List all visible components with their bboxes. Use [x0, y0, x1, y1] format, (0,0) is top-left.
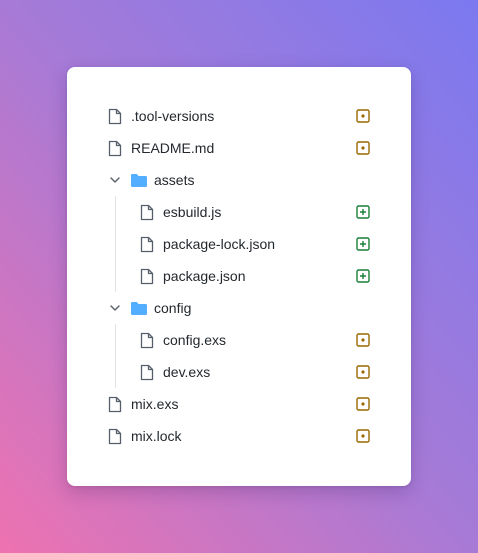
tree-item-label: mix.lock [131, 428, 182, 444]
tree-item-tool-versions[interactable]: .tool-versions [67, 100, 411, 132]
file-icon [108, 140, 122, 157]
added-status-icon [356, 269, 370, 283]
tree-item-label: config [154, 300, 192, 316]
tree-item-readme[interactable]: README.md [67, 132, 411, 164]
added-status-icon [356, 205, 370, 219]
file-icon [140, 364, 154, 381]
tree-item-label: README.md [131, 140, 215, 156]
tree-item-label: dev.exs [163, 364, 211, 380]
file-icon [108, 428, 122, 445]
tree-item-label: package-lock.json [163, 236, 276, 252]
chevron-down-icon[interactable] [108, 301, 122, 315]
tree-item-label: esbuild.js [163, 204, 222, 220]
file-icon [140, 236, 154, 253]
folder-icon [131, 174, 147, 187]
tree-item-package-json[interactable]: package.json [67, 260, 411, 292]
tree-item-mix-lock[interactable]: mix.lock [67, 420, 411, 452]
file-icon [140, 204, 154, 221]
chevron-down-icon[interactable] [108, 173, 122, 187]
file-icon [140, 268, 154, 285]
modified-status-icon [356, 365, 370, 379]
tree-item-dev-exs[interactable]: dev.exs [67, 356, 411, 388]
modified-status-icon [356, 109, 370, 123]
tree-item-label: package.json [163, 268, 246, 284]
file-tree-panel: .tool-versions README.md assets esbuild.… [67, 67, 411, 486]
tree-folder-assets[interactable]: assets [67, 164, 411, 196]
modified-status-icon [356, 141, 370, 155]
indent-guide [115, 324, 116, 356]
file-icon [108, 108, 122, 125]
folder-icon [131, 302, 147, 315]
tree-item-package-lock-json[interactable]: package-lock.json [67, 228, 411, 260]
indent-guide [115, 228, 116, 260]
tree-item-mix-exs[interactable]: mix.exs [67, 388, 411, 420]
tree-item-label: config.exs [163, 332, 227, 348]
file-icon [108, 396, 122, 413]
tree-item-config-exs[interactable]: config.exs [67, 324, 411, 356]
file-icon [140, 332, 154, 349]
modified-status-icon [356, 333, 370, 347]
file-tree: .tool-versions README.md assets esbuild.… [67, 100, 411, 452]
tree-item-label: .tool-versions [131, 108, 215, 124]
indent-guide [115, 196, 116, 228]
indent-guide [115, 260, 116, 292]
modified-status-icon [356, 397, 370, 411]
tree-folder-config[interactable]: config [67, 292, 411, 324]
indent-guide [115, 356, 116, 388]
added-status-icon [356, 237, 370, 251]
tree-item-esbuild-js[interactable]: esbuild.js [67, 196, 411, 228]
tree-item-label: assets [154, 172, 195, 188]
tree-item-label: mix.exs [131, 396, 179, 412]
modified-status-icon [356, 429, 370, 443]
